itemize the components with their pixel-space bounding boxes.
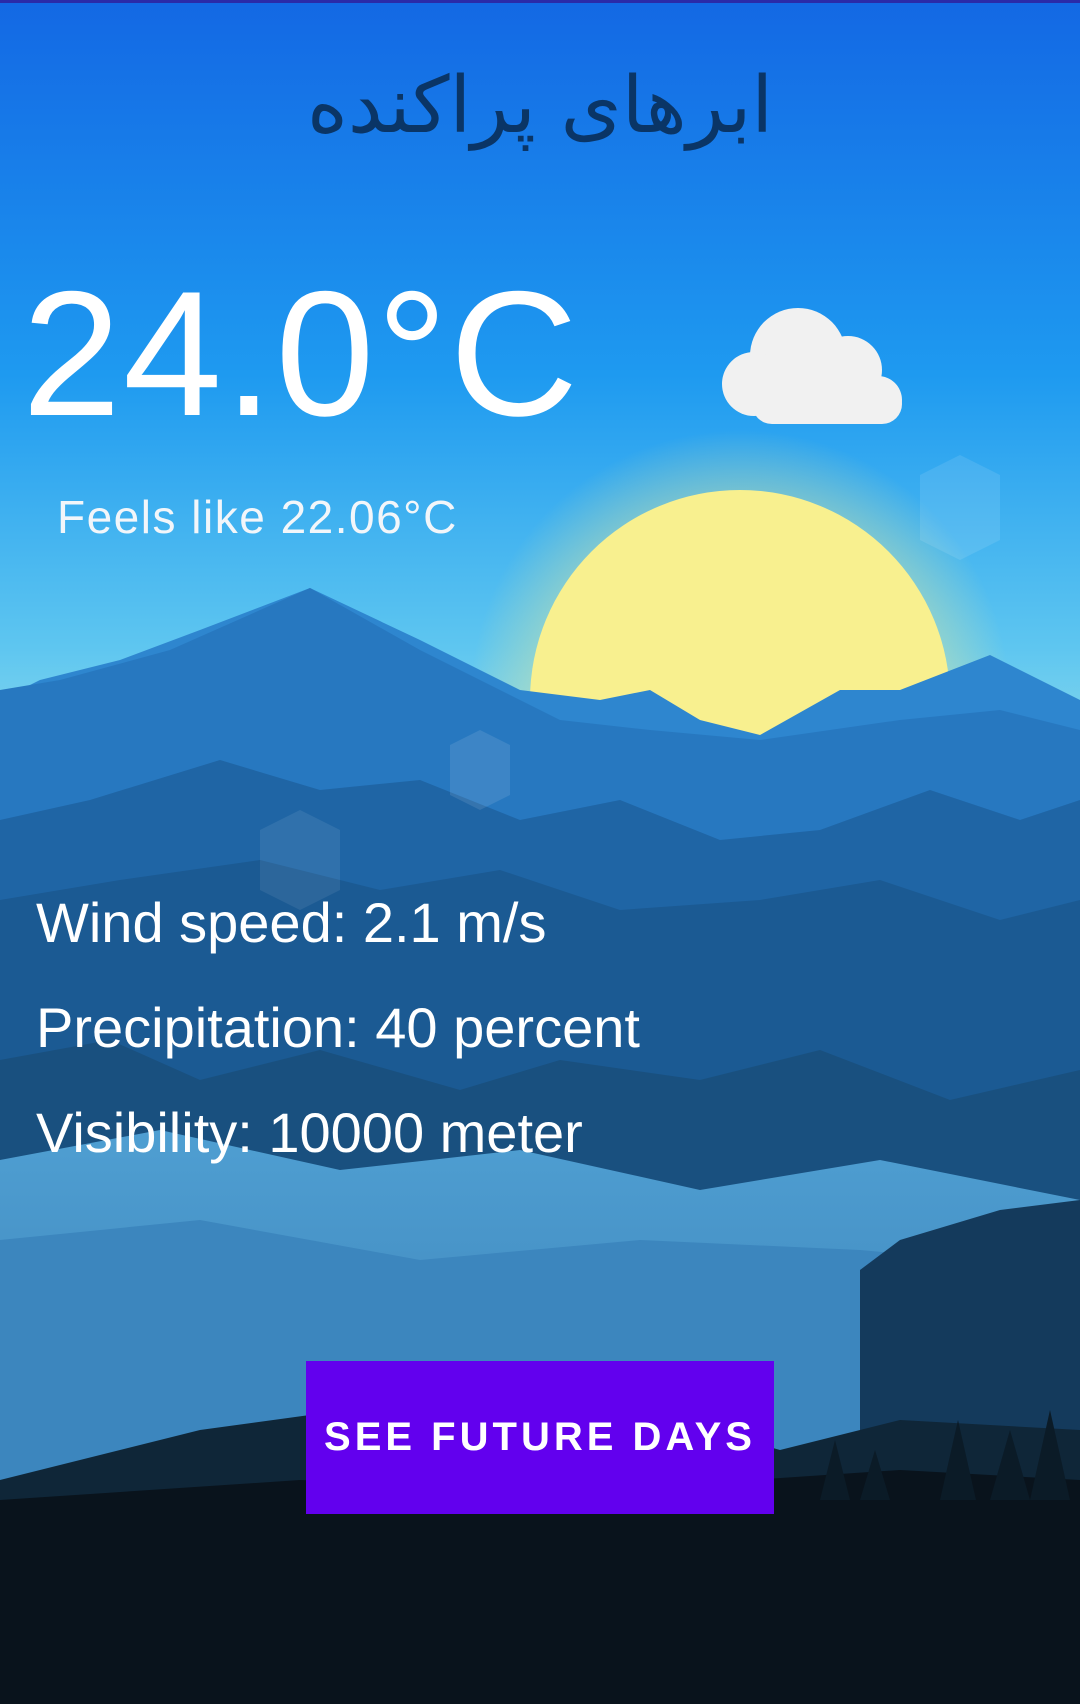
- feels-like-temperature: Feels like 22.06°C: [57, 491, 458, 543]
- current-temperature: 24.0°C: [22, 254, 581, 453]
- wind-speed: Wind speed: 2.1 m/s: [36, 891, 547, 954]
- see-future-days-button[interactable]: SEE FUTURE DAYS: [306, 1361, 774, 1514]
- visibility: Visibility: 10000 meter: [36, 1101, 583, 1164]
- weather-description: ابرهای پراکنده: [306, 61, 774, 151]
- cloud-icon: [722, 308, 902, 424]
- status-bar-edge: [0, 0, 1080, 3]
- weather-content: ابرهای پراکنده 24.0°C Feels like 22.06°C…: [0, 0, 1080, 1704]
- weather-screen: ابرهای پراکنده 24.0°C Feels like 22.06°C…: [0, 0, 1080, 1704]
- precipitation: Precipitation: 40 percent: [36, 996, 640, 1059]
